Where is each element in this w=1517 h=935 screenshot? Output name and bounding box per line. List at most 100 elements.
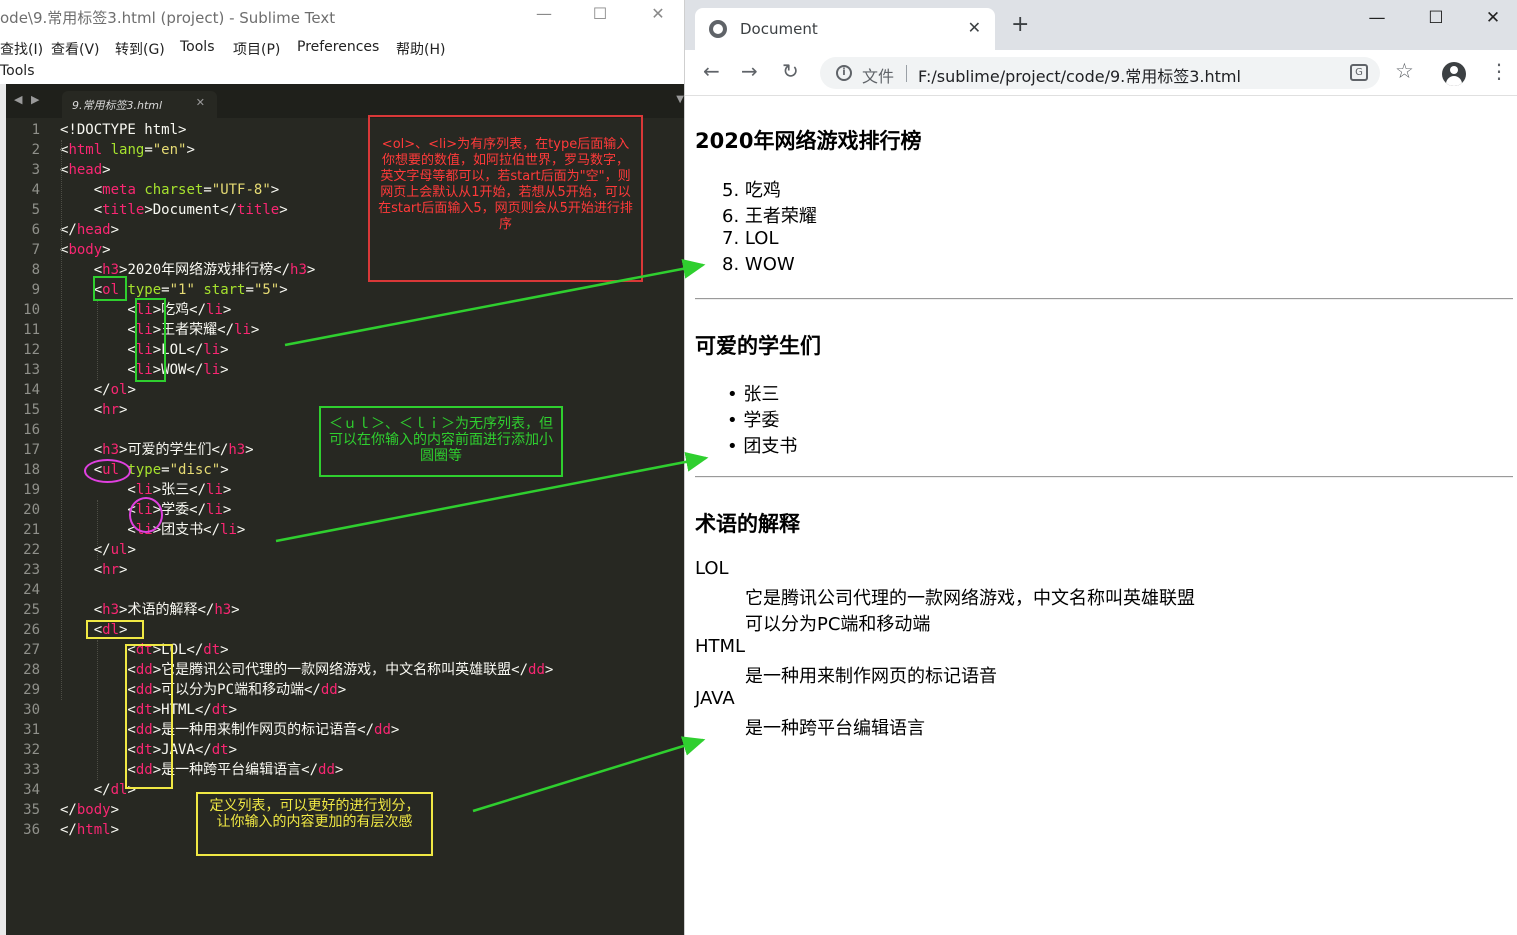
- code-line[interactable]: 28 <dd>它是腾讯公司代理的一款网络游戏，中文名称叫英雄联盟</dd>: [6, 660, 684, 680]
- menu-help[interactable]: 帮助(H): [396, 39, 445, 59]
- menu-view[interactable]: 查看(V): [51, 39, 100, 59]
- minimize-button[interactable]: —: [1362, 8, 1392, 28]
- menu-bar: 查找(I) 查看(V) 转到(G) Tools 项目(P) Preference…: [0, 34, 684, 62]
- line-number: 21: [23, 522, 40, 538]
- browser-tab[interactable]: Document ✕: [695, 8, 995, 50]
- tab-close-icon[interactable]: ✕: [196, 96, 205, 109]
- line-number: 13: [23, 362, 40, 378]
- line-number: 12: [23, 342, 40, 358]
- code-line[interactable]: 21 <li>团支书</li>: [6, 520, 684, 540]
- code-line[interactable]: 20 <li>学委</li>: [6, 500, 684, 520]
- line-number: 31: [23, 722, 40, 738]
- more-menu-icon[interactable]: ⋮: [1489, 60, 1509, 82]
- tab-prev-icon[interactable]: ◀: [14, 93, 22, 106]
- code-line[interactable]: 27 <dt>LOL</dt>: [6, 640, 684, 660]
- line-number: 16: [23, 422, 40, 438]
- line-number: 19: [23, 482, 40, 498]
- code-line[interactable]: 12 <li>LOL</li>: [6, 340, 684, 360]
- back-icon[interactable]: ←: [703, 61, 720, 81]
- line-number: 33: [23, 762, 40, 778]
- code-line[interactable]: 10 <li>吃鸡</li>: [6, 300, 684, 320]
- menu-goto[interactable]: 转到(G): [115, 39, 165, 59]
- code-line[interactable]: 23 <hr>: [6, 560, 684, 580]
- tab-next-icon[interactable]: ▶: [31, 93, 39, 106]
- tab-close-icon[interactable]: ✕: [968, 18, 981, 37]
- heading-terms: 术语的解释: [695, 512, 800, 536]
- menu-project[interactable]: 项目(P): [233, 39, 280, 59]
- menu-preferences[interactable]: Preferences: [297, 39, 379, 55]
- line-number: 15: [23, 402, 40, 418]
- code-line[interactable]: 30 <dt>HTML</dt>: [6, 700, 684, 720]
- tools-item[interactable]: Tools: [0, 63, 35, 79]
- divider: [695, 476, 1513, 478]
- maximize-button[interactable]: ☐: [1421, 8, 1451, 28]
- line-number: 5: [31, 202, 40, 218]
- file-tab-label: 9.常用标签3.html: [72, 99, 163, 112]
- chrome-tabstrip: Document ✕ + — ☐ ✕: [685, 0, 1517, 50]
- maximize-button[interactable]: ☐: [585, 4, 615, 23]
- definition-description: 是一种用来制作网页的标记语音: [745, 666, 997, 687]
- info-icon[interactable]: i: [836, 65, 852, 81]
- code-line[interactable]: 29 <dd>可以分为PC端和移动端</dd>: [6, 680, 684, 700]
- close-button[interactable]: ✕: [643, 4, 673, 23]
- line-number: 35: [23, 802, 40, 818]
- ordered-list-item: 6. 王者荣耀: [722, 206, 817, 227]
- line-number: 11: [23, 322, 40, 338]
- line-number: 8: [31, 262, 40, 278]
- url-text[interactable]: F:/sublime/project/code/9.常用标签3.html: [918, 63, 1241, 87]
- code-line[interactable]: 24: [6, 580, 684, 600]
- code-line[interactable]: 25 <h3>术语的解释</h3>: [6, 600, 684, 620]
- line-number: 10: [23, 302, 40, 318]
- code-line[interactable]: 22 </ul>: [6, 540, 684, 560]
- annotation-definition-list: 定义列表，可以更好的进行划分，让你输入的内容更加的有层次感: [196, 792, 433, 856]
- definition-description: 可以分为PC端和移动端: [745, 614, 931, 635]
- code-line[interactable]: 19 <li>张三</li>: [6, 480, 684, 500]
- ordered-list-item: 5. 吃鸡: [722, 180, 781, 201]
- line-number: 3: [31, 162, 40, 178]
- minimize-button[interactable]: —: [529, 4, 559, 23]
- chrome-toolbar: ← → ↻ i 文件 F:/sublime/project/code/9.常用标…: [685, 50, 1517, 96]
- line-number: 24: [23, 582, 40, 598]
- forward-icon[interactable]: →: [741, 61, 758, 81]
- line-number: 2: [31, 142, 40, 158]
- definition-description: 是一种跨平台编辑语言: [745, 718, 925, 739]
- line-number: 36: [23, 822, 40, 838]
- sublime-window: ode\9.常用标签3.html (project) - Sublime Tex…: [0, 0, 684, 935]
- line-number: 34: [23, 782, 40, 798]
- window-title: ode\9.常用标签3.html (project) - Sublime Tex…: [0, 9, 336, 27]
- ol-tag-highlight: [93, 276, 127, 301]
- unordered-list-item: • 张三: [727, 384, 780, 405]
- code-line[interactable]: 11 <li>王者荣耀</li>: [6, 320, 684, 340]
- line-number: 30: [23, 702, 40, 718]
- annotation-unordered-list: ＜ｕｌ＞、＜ｌｉ＞为无序列表，但可以在你输入的内容前面进行添加小圆圈等: [319, 406, 563, 477]
- indent-guide: [97, 640, 98, 780]
- code-line[interactable]: 32 <dt>JAVA</dt>: [6, 740, 684, 760]
- new-tab-button[interactable]: +: [1011, 14, 1029, 36]
- translate-icon[interactable]: G: [1350, 64, 1368, 81]
- indent-guide: [97, 500, 98, 560]
- profile-avatar-icon[interactable]: [1442, 62, 1466, 86]
- line-number: 7: [31, 242, 40, 258]
- menu-find[interactable]: 查找(I): [0, 39, 43, 59]
- code-line[interactable]: 13 <li>WOW</li>: [6, 360, 684, 380]
- code-line[interactable]: 33 <dd>是一种跨平台编辑语言</dd>: [6, 760, 684, 780]
- code-line[interactable]: 31 <dd>是一种用来制作网页的标记语音</dd>: [6, 720, 684, 740]
- tab-bar: ◀ ▶ 9.常用标签3.html ✕ ▼: [6, 84, 684, 118]
- reload-icon[interactable]: ↻: [782, 61, 799, 81]
- bookmark-star-icon[interactable]: ☆: [1395, 60, 1414, 82]
- line-number: 20: [23, 502, 40, 518]
- code-line[interactable]: 14 </ol>: [6, 380, 684, 400]
- close-button[interactable]: ✕: [1478, 8, 1508, 28]
- address-bar[interactable]: i 文件 F:/sublime/project/code/9.常用标签3.htm…: [820, 57, 1380, 89]
- file-tab[interactable]: 9.常用标签3.html ✕: [62, 91, 217, 118]
- line-number: 1: [31, 122, 40, 138]
- browser-tab-title: Document: [740, 20, 818, 38]
- li-tags-highlight: [135, 298, 166, 382]
- line-number: 6: [31, 222, 40, 238]
- line-number: 27: [23, 642, 40, 658]
- tab-dropdown-icon[interactable]: ▼: [676, 94, 684, 105]
- ul-tag-highlight: [84, 459, 131, 483]
- ordered-list-item: 8. WOW: [722, 254, 795, 275]
- file-scheme-label: 文件: [862, 67, 895, 86]
- menu-tools[interactable]: Tools: [180, 39, 215, 55]
